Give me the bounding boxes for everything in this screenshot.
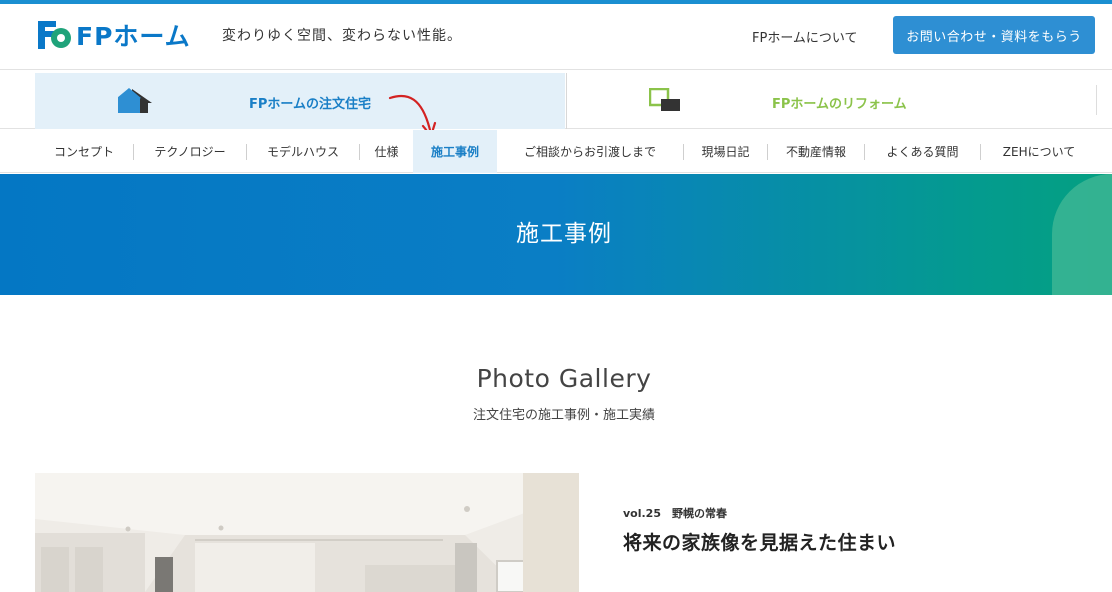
subnav-zeh[interactable]: ZEHについて [981,130,1097,173]
page-title: 施工事例 [516,221,612,247]
tagline: 変わりゆく空間、変わらない性能。 [222,28,462,44]
subnav-works[interactable]: 施工事例 [413,130,497,173]
tab-reform[interactable]: FPホームのリフォーム [566,73,1096,129]
tab-custom-home[interactable]: FPホームの注文住宅 [35,73,565,129]
case-photo[interactable] [35,473,579,592]
logo[interactable]: FPホーム [36,18,191,52]
logo-mark-icon [38,21,71,49]
reform-icon [649,88,680,111]
case-title[interactable]: 将来の家族像を見据えた住まい [623,528,896,555]
sub-navigation: コンセプト テクノロジー モデルハウス 仕様 施工事例 ご相談からお引渡しまで … [0,130,1112,173]
tab-reform-label: FPホームのリフォーム [772,97,907,112]
contact-button[interactable]: お問い合わせ・資料をもらう [893,16,1095,54]
brand-name: FPホーム [76,22,191,51]
gallery-subheading: 注文住宅の施工事例・施工実績 [472,408,655,423]
interior-photo-image [35,473,579,592]
gallery-heading: Photo Gallery [476,364,652,393]
house-icon [118,88,152,113]
subnav-real-estate[interactable]: 不動産情報 [768,130,864,173]
about-link[interactable]: FPホームについて [752,27,858,46]
subnav-concept[interactable]: コンセプト [35,130,133,173]
subnav-faq[interactable]: よくある質問 [865,130,980,173]
tab-divider [1096,85,1097,115]
site-header: FPホーム 変わりゆく空間、変わらない性能。 FPホームについて お問い合わせ・… [0,4,1112,70]
subnav-model-house[interactable]: モデルハウス [247,130,359,173]
tab-custom-home-label: FPホームの注文住宅 [249,97,372,112]
subnav-consultation[interactable]: ご相談からお引渡しまで [497,130,683,173]
subnav-specs[interactable]: 仕様 [360,130,413,173]
main-category-tabs: FPホームの注文住宅 FPホームのリフォーム [0,71,1112,129]
subnav-technology[interactable]: テクノロジー [134,130,246,173]
page-banner: 施工事例 [0,174,1112,295]
subnav-site-diary[interactable]: 現場日記 [684,130,767,173]
case-volume: vol.25 野幌の常春 [623,507,727,520]
